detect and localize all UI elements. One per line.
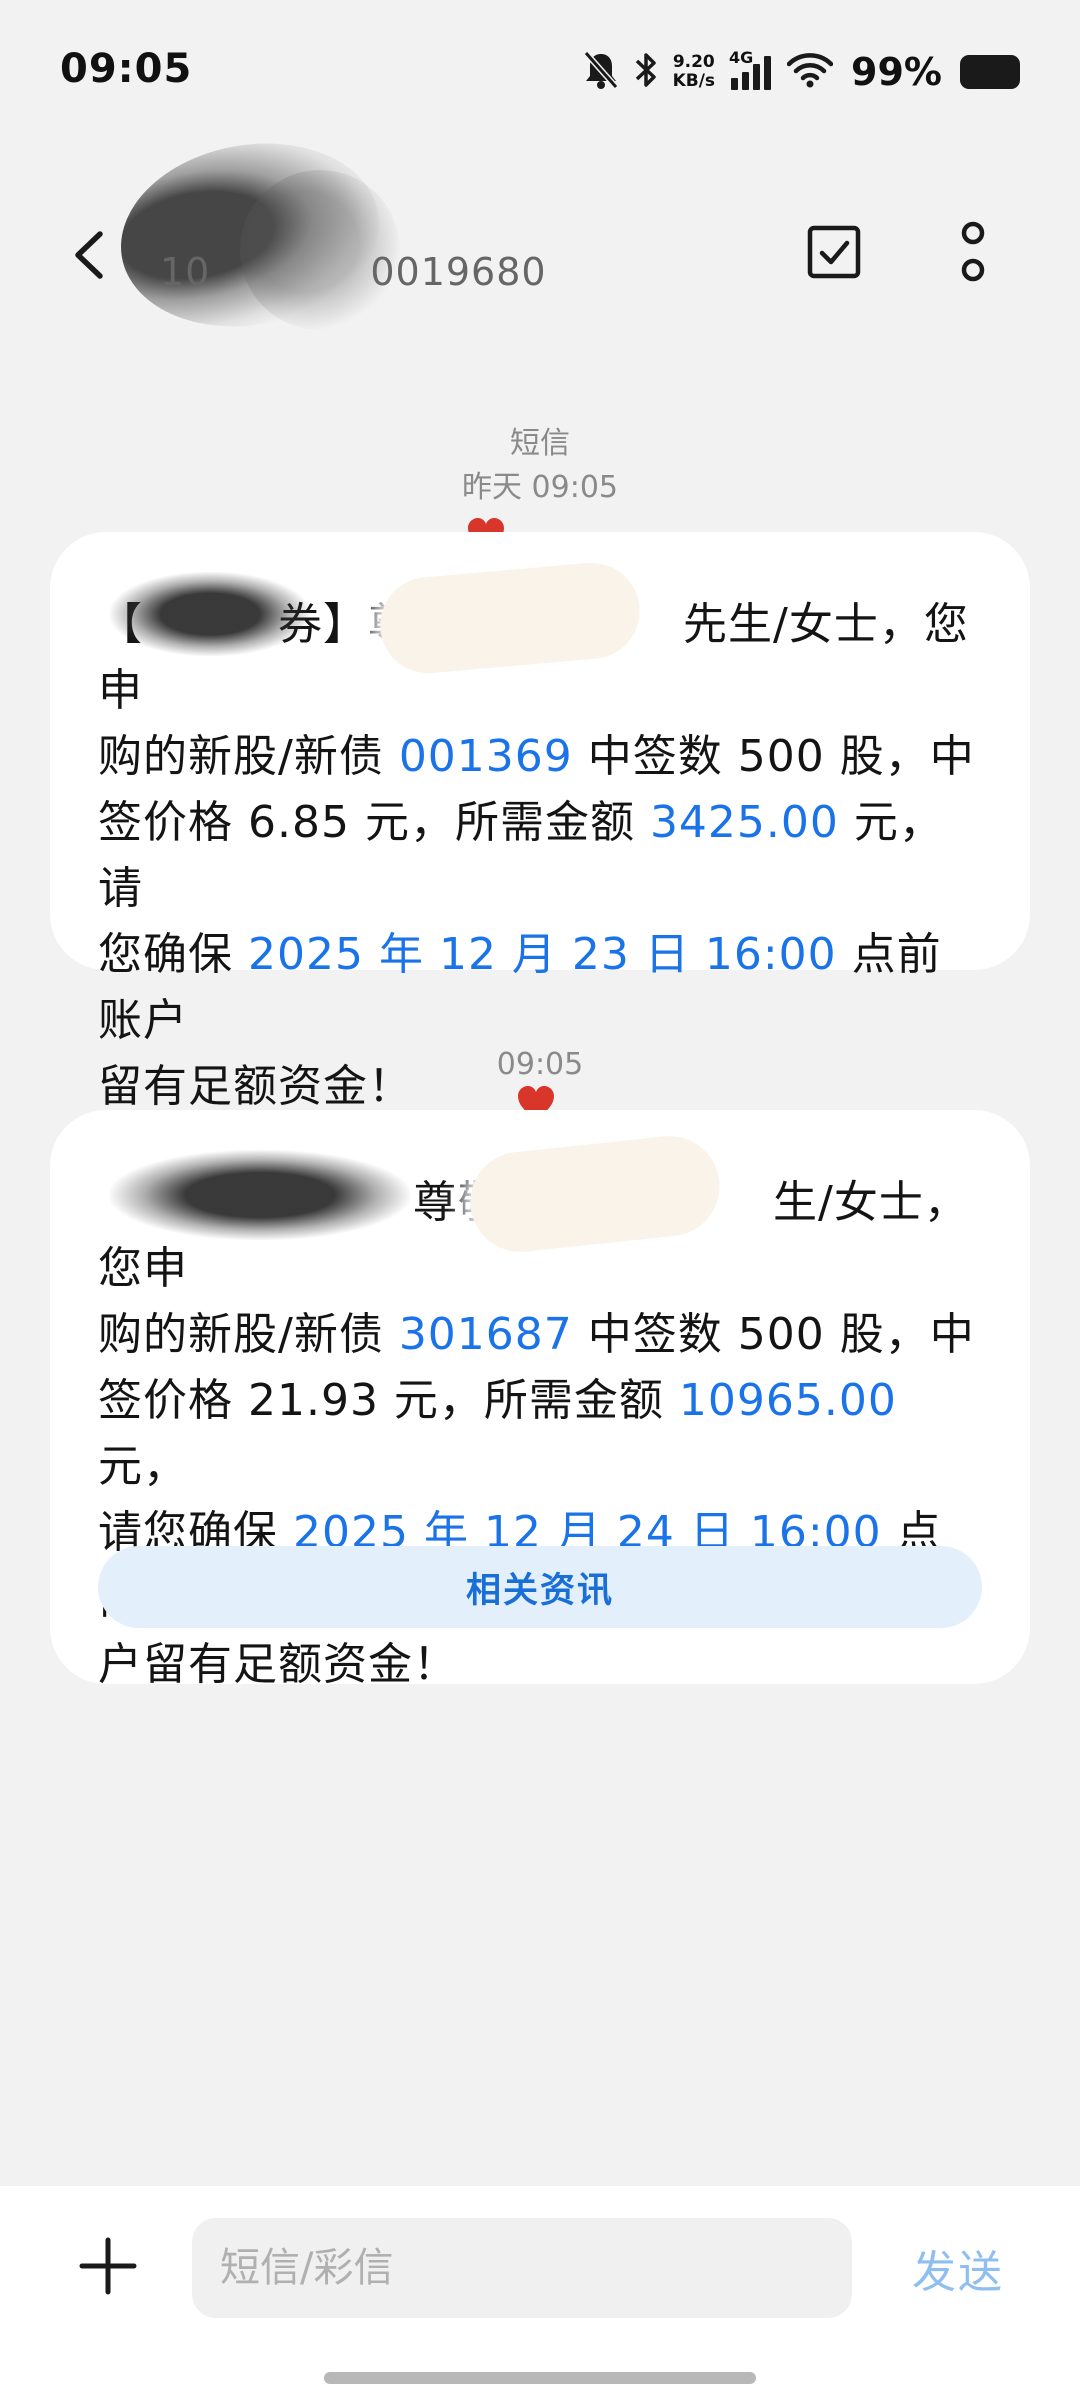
message-link[interactable]: 001369 — [399, 731, 573, 782]
message-line: 签价格 6.85 元，所需金额 3425.00 元，请 — [98, 790, 982, 922]
network-speed-value: 9.20 — [672, 52, 715, 72]
select-messages-button[interactable] — [806, 224, 862, 280]
message-segment: 中签数 500 股，中 — [572, 1309, 975, 1360]
send-button[interactable]: 发送 — [912, 2236, 1004, 2300]
battery-icon — [960, 55, 1020, 89]
chevron-left-icon — [75, 231, 103, 279]
conversation-header: 10 0019680 — [0, 123, 1080, 347]
message-timestamp: 09:05 — [496, 1047, 584, 1082]
message-line: 购的新股/新债 001369 中签数 500 股，中 — [98, 724, 982, 790]
attach-button[interactable] — [76, 2234, 140, 2298]
message-segment: 签价格 6.85 元，所需金额 — [98, 797, 650, 848]
message-segment: 您确保 — [98, 929, 248, 980]
status-icons: 9.20 KB/s 4G 99% — [583, 48, 1020, 94]
message-segment: 元， — [98, 1441, 188, 1492]
message-timestamp: 昨天 09:05 — [462, 470, 618, 505]
message-line: 购的新股/新债 301687 中签数 500 股，中 — [98, 1302, 982, 1368]
message-type-label: 短信 — [510, 426, 570, 461]
sms-conversation-screen: 09:05 9.20 KB/s 4G 99% 10 0019680 短信 昨天 … — [0, 0, 1080, 2400]
status-bar: 09:05 9.20 KB/s 4G 99% — [0, 0, 1080, 140]
wifi-icon — [786, 52, 834, 92]
message-line: 户留有足额资金！ — [98, 1632, 982, 1698]
message-line: 签价格 21.93 元，所需金额 10965.00 元， — [98, 1368, 982, 1500]
checkbox-icon — [807, 225, 861, 279]
message-segment: 签价格 21.93 元，所需金额 — [98, 1375, 679, 1426]
message-link[interactable]: 10965.00 — [679, 1375, 897, 1426]
message-segment: 户留有足额资金！ — [98, 1639, 458, 1690]
message-line: 您确保 2025 年 12 月 23 日 16:00 点前账户 — [98, 922, 982, 1054]
more-vertical-icon — [961, 221, 985, 282]
back-button[interactable] — [62, 220, 118, 290]
message-segment: 中签数 500 股，中 — [572, 731, 975, 782]
related-news-button[interactable]: 相关资讯 — [98, 1546, 982, 1628]
message-bubble[interactable]: 【 券】尊 先生/女士，您申购的新股/新债 001369 中签数 500 股，中… — [50, 532, 1030, 1112]
bluetooth-icon — [633, 50, 659, 94]
more-options-button[interactable] — [950, 220, 996, 286]
message-link[interactable]: 301687 — [399, 1309, 573, 1360]
status-time: 09:05 — [60, 46, 193, 92]
redaction-scribble — [110, 572, 310, 656]
message-input[interactable] — [192, 2218, 852, 2318]
home-indicator[interactable] — [324, 2372, 756, 2384]
battery-percent: 99% — [851, 50, 942, 94]
message-segment: 购的新股/新债 — [98, 731, 399, 782]
network-speed: 9.20 KB/s — [673, 53, 715, 91]
message-composer: 发送 — [0, 2186, 1080, 2400]
message-link[interactable]: 3425.00 — [650, 797, 839, 848]
plus-icon — [79, 2237, 137, 2295]
redaction-scribble — [110, 1150, 410, 1240]
contact-number: 10 0019680 — [160, 250, 547, 294]
message-segment: 购的新股/新债 — [98, 1309, 399, 1360]
message-text: 【 券】尊 先生/女士，您申购的新股/新债 001369 中签数 500 股，中… — [98, 592, 982, 1120]
message-link[interactable]: 2025 年 12 月 23 日 16:00 — [248, 929, 837, 980]
network-speed-unit: KB/s — [672, 71, 716, 91]
message-bubble[interactable]: 尊敬 生/女士，您申 购的新股/新债 301687 中签数 500 股，中 签价格 … — [50, 1110, 1030, 1690]
signal-icon: 4G — [729, 48, 773, 92]
mute-icon — [583, 50, 619, 94]
